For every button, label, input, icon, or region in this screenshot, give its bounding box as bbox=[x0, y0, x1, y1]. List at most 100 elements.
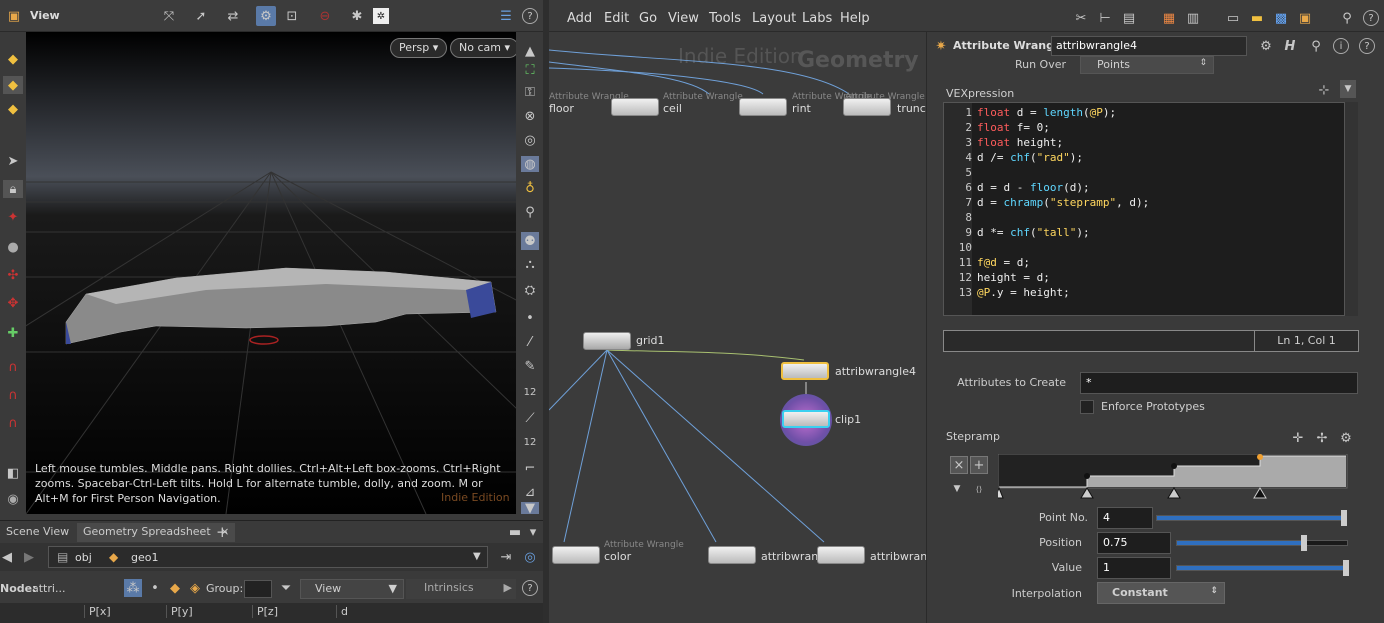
node-attribwrang-a-label[interactable]: attribwrang bbox=[761, 550, 825, 563]
ramp-link-icon[interactable]: ⟨⟩ bbox=[972, 482, 986, 496]
node-attribwrang-a[interactable] bbox=[708, 546, 756, 564]
display-options-icon[interactable]: ✲ bbox=[373, 8, 389, 24]
vertices-mode-icon[interactable]: • bbox=[146, 579, 164, 597]
ramp-delete-button[interactable]: × bbox=[950, 456, 968, 474]
net-help-icon[interactable]: ? bbox=[1363, 10, 1379, 26]
bulb-icon[interactable]: ♁ bbox=[521, 180, 539, 196]
wrench-icon[interactable]: ✂ bbox=[1073, 10, 1089, 26]
tree-icon[interactable]: ⊢ bbox=[1097, 10, 1113, 26]
menu-tools[interactable]: Tools bbox=[709, 11, 741, 26]
paint-icon[interactable]: ◆ bbox=[3, 100, 23, 118]
node-rint-label[interactable]: rint bbox=[792, 102, 811, 115]
eraser-icon[interactable]: ◧ bbox=[3, 464, 23, 482]
ghost-icon[interactable]: ⛶ bbox=[521, 62, 539, 78]
list-icon[interactable]: ▤ bbox=[1121, 10, 1137, 26]
node-grid1[interactable] bbox=[583, 332, 631, 350]
menu-help[interactable]: Help bbox=[840, 11, 870, 26]
editor-scrollbar[interactable] bbox=[1345, 102, 1358, 316]
transform-icon[interactable]: ⇄ bbox=[224, 8, 242, 24]
image-icon[interactable]: ▩ bbox=[1273, 10, 1289, 26]
filter-icon[interactable]: ⏷ bbox=[277, 579, 295, 597]
forward-icon[interactable]: ▶ bbox=[22, 549, 36, 565]
snap-icon[interactable]: ⚙ bbox=[256, 6, 276, 26]
column-px[interactable]: P[x] bbox=[84, 605, 164, 618]
node-attribwrangle4-label[interactable]: attribwrangle4 bbox=[835, 365, 916, 378]
sphere-icon[interactable]: ◉ bbox=[3, 490, 23, 508]
ramp-insert-button[interactable]: + bbox=[970, 456, 988, 474]
ramp-gear-icon[interactable]: ⚙ bbox=[1338, 430, 1354, 446]
sticky-icon[interactable]: ▬ bbox=[1249, 10, 1265, 26]
path-obj[interactable]: obj bbox=[75, 551, 92, 564]
display-mode-icon[interactable]: ⚉ bbox=[521, 232, 539, 250]
edge-icon[interactable]: ⁄ bbox=[521, 334, 539, 350]
info-icon[interactable]: i bbox=[1333, 38, 1349, 54]
node-attribwrang-b-label[interactable]: attribwrang bbox=[870, 550, 926, 563]
ramp-remove-icon[interactable]: ✢ bbox=[1314, 430, 1330, 446]
maximize-icon[interactable]: ▬ bbox=[508, 525, 522, 540]
select-arrow-icon[interactable]: ➤ bbox=[3, 152, 23, 170]
node-clip1-label[interactable]: clip1 bbox=[835, 413, 861, 426]
node-clip1[interactable] bbox=[782, 410, 830, 428]
brush-icon[interactable]: ◆ bbox=[3, 50, 23, 68]
viewport-canvas[interactable]: Persp ▾ No cam ▾ bbox=[26, 32, 516, 514]
column-py[interactable]: P[y] bbox=[166, 605, 250, 618]
position-field[interactable]: 0.75 bbox=[1097, 532, 1171, 554]
houdini-icon[interactable]: H bbox=[1281, 38, 1299, 54]
pen-icon[interactable]: ✎ bbox=[521, 358, 539, 374]
intrinsics-dropdown[interactable]: Intrinsics ▶ bbox=[406, 579, 516, 599]
magnet-icon-1[interactable]: ∩ bbox=[3, 358, 23, 376]
point-no-field[interactable]: 4 bbox=[1097, 507, 1153, 529]
spreadsheet-help-icon[interactable]: ? bbox=[522, 580, 538, 596]
node-grid1-label[interactable]: grid1 bbox=[636, 334, 665, 347]
node-attribwrang-b[interactable] bbox=[817, 546, 865, 564]
attributes-create-field[interactable]: * bbox=[1080, 372, 1358, 394]
enforce-prototypes-checkbox[interactable] bbox=[1080, 400, 1094, 414]
texture-icon[interactable]: ⛭ bbox=[521, 282, 539, 298]
node-rint[interactable] bbox=[739, 98, 787, 116]
bounds-icon[interactable]: ⌐ bbox=[521, 460, 539, 476]
ramp-add-icon[interactable]: ✛ bbox=[1290, 430, 1306, 446]
handle-icon[interactable]: ✦ bbox=[3, 208, 23, 226]
node-ceil-label[interactable]: ceil bbox=[663, 102, 682, 115]
normal-icon[interactable]: ⟋ bbox=[521, 410, 539, 426]
point-no-slider[interactable] bbox=[1156, 510, 1347, 526]
rig-icon[interactable]: ✣ bbox=[3, 266, 23, 284]
ramp-expand-icon[interactable]: ▼ bbox=[950, 482, 964, 496]
pose-icon[interactable]: ● bbox=[3, 238, 23, 256]
number-12-icon[interactable]: 12 bbox=[521, 384, 539, 400]
camera-icon[interactable]: ✱ bbox=[348, 8, 366, 24]
node-attribwrangle4[interactable] bbox=[781, 362, 829, 380]
path-field[interactable]: ▤ obj ◆ geo1 ▼ bbox=[48, 546, 488, 568]
param-search-icon[interactable]: ⚲ bbox=[1307, 38, 1325, 54]
position-slider[interactable] bbox=[1176, 535, 1348, 551]
camera-menu[interactable]: No cam ▾ bbox=[450, 38, 516, 58]
no-entry-icon[interactable]: ⊖ bbox=[316, 8, 334, 24]
magnet-icon-2[interactable]: ∩ bbox=[3, 386, 23, 404]
camera-light-icon[interactable]: ⚲ bbox=[521, 204, 539, 220]
add-tab-button[interactable]: + bbox=[210, 521, 235, 541]
color-grid-icon[interactable]: ▦ bbox=[1161, 10, 1177, 26]
node-ceil[interactable] bbox=[611, 98, 659, 116]
lock-view-icon[interactable]: ⚿ bbox=[521, 84, 539, 100]
ramp-widget[interactable] bbox=[998, 454, 1350, 500]
persp-menu[interactable]: Persp ▾ bbox=[390, 38, 448, 58]
node-trunc-label[interactable]: trunc bbox=[897, 102, 926, 115]
link-icon[interactable]: ◎ bbox=[522, 549, 538, 565]
gear-icon[interactable]: ⚙ bbox=[1257, 38, 1275, 54]
value-slider[interactable] bbox=[1176, 560, 1349, 576]
frame-icon[interactable]: ⊡ bbox=[283, 8, 301, 24]
bone-icon[interactable]: ✥ bbox=[3, 294, 23, 312]
guide-icon[interactable]: ⊿ bbox=[521, 484, 539, 500]
scroll-down-icon[interactable]: ▼ bbox=[521, 501, 539, 516]
path-dropdown-icon[interactable]: ▼ bbox=[473, 551, 481, 562]
magnet-icon-3[interactable]: ∩ bbox=[3, 414, 23, 432]
select-mode-icon[interactable]: ➚ bbox=[192, 8, 210, 24]
cross-icon[interactable]: ⊗ bbox=[521, 108, 539, 124]
path-geo[interactable]: geo1 bbox=[131, 551, 158, 564]
light-icon[interactable]: ◍ bbox=[521, 156, 539, 172]
value-field[interactable]: 1 bbox=[1097, 557, 1171, 579]
detail-mode-icon[interactable]: ◈ bbox=[186, 579, 204, 597]
node-name-field[interactable]: attribwrangle4 bbox=[1051, 36, 1247, 56]
menu-edit[interactable]: Edit bbox=[604, 11, 629, 26]
menu-view[interactable]: View bbox=[668, 11, 699, 26]
